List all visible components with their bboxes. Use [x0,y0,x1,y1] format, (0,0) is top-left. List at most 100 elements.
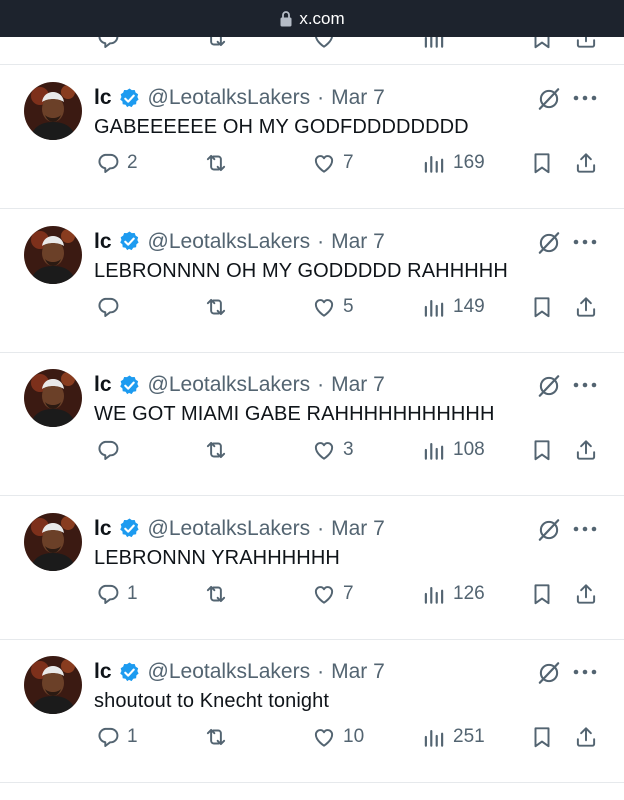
author-handle[interactable]: @LeotalksLakers [148,517,311,541]
tweet-date[interactable]: Mar 7 [331,230,385,254]
retweet-button[interactable] [203,579,229,609]
share-button[interactable] [573,722,599,752]
share-button[interactable] [573,435,599,465]
reply-button[interactable]: 1 [95,722,138,752]
bookmark-button[interactable] [529,148,555,178]
retweet-button[interactable] [203,292,229,322]
views-button[interactable]: 251 [421,722,485,752]
share-button[interactable] [573,292,599,322]
author-handle[interactable]: @LeotalksLakers [148,86,311,110]
reply-count: 1 [127,582,138,604]
like-button[interactable]: 7 [311,579,354,609]
views-icon [421,150,447,176]
separator-dot: · [317,373,325,396]
like-button[interactable]: 5 [311,292,354,322]
avatar[interactable] [24,369,82,427]
tweet-date[interactable]: Mar 7 [331,660,385,684]
grok-icon[interactable] [536,86,562,112]
like-button[interactable]: 10 [311,722,364,752]
retweet-icon [203,150,229,176]
views-button[interactable]: 149 [421,292,485,322]
author-name[interactable]: lc [94,517,112,541]
share-icon [573,724,599,750]
avatar[interactable] [24,656,82,714]
tweet-date[interactable]: Mar 7 [331,373,385,397]
avatar[interactable] [24,226,82,284]
tweet[interactable]: lc @LeotalksLakers · Mar 7 shoutout to Knech… [0,640,624,783]
bookmark-icon [529,150,555,176]
reply-button[interactable]: 1 [95,579,138,609]
retweet-button[interactable] [203,435,229,465]
verified-badge-icon [118,517,141,540]
reply-icon [95,581,121,607]
author-name[interactable]: lc [94,373,112,397]
author-handle[interactable]: @LeotalksLakers [148,660,311,684]
tweet-date[interactable]: Mar 7 [331,86,385,110]
tweet-header: lc @LeotalksLakers · Mar 7 [94,515,385,543]
retweet-button[interactable] [203,148,229,178]
more-icon[interactable] [572,375,598,395]
verified-badge-icon [118,661,141,684]
author-handle[interactable]: @LeotalksLakers [148,373,311,397]
bookmark-button[interactable] [529,292,555,322]
tweet-text: WE GOT MIAMI GABE RAHHHHHHHHHHH [94,403,495,425]
grok-icon[interactable] [536,517,562,543]
separator-dot: · [317,86,325,109]
verified-badge-icon [118,230,141,253]
more-icon[interactable] [572,662,598,682]
tweet[interactable]: lc @LeotalksLakers · Mar 7 LEBRONNNN OH MY G… [0,210,624,353]
share-button[interactable] [573,148,599,178]
author-name[interactable]: lc [94,86,112,110]
like-button[interactable]: 3 [311,435,354,465]
tweet[interactable]: lc @LeotalksLakers · Mar 7 WE GOT MIAMI GABE… [0,353,624,496]
retweet-button[interactable] [203,722,229,752]
share-button[interactable] [573,579,599,609]
author-name[interactable]: lc [94,230,112,254]
lock-icon [280,10,292,26]
views-icon [421,581,447,607]
tweet[interactable]: lc @LeotalksLakers · Mar 7 LEBRONNN YRAHHHHH… [0,497,624,640]
reply-button[interactable] [95,435,127,465]
verified-badge-icon [118,374,141,397]
reply-count: 2 [127,152,138,173]
more-icon[interactable] [572,519,598,539]
more-icon[interactable] [572,88,598,108]
tweet-actions: 5 149 [0,292,624,322]
author-handle[interactable]: @LeotalksLakers [148,230,311,254]
avatar[interactable] [24,513,82,571]
browser-url-bar[interactable]: x.com [0,0,624,37]
previous-tweet-actions-partial [0,37,624,65]
more-icon[interactable] [572,232,598,252]
bookmark-icon [529,724,555,750]
like-icon [311,150,337,176]
like-count: 3 [343,439,354,460]
share-icon [573,150,599,176]
tweet-actions: 1 10 251 [0,722,624,752]
separator-dot: · [317,516,325,540]
tweet[interactable]: lc @LeotalksLakers · Mar 7 GABEEEEEE OH MY G… [0,66,624,209]
like-icon [311,437,337,463]
avatar[interactable] [24,82,82,140]
views-button[interactable]: 169 [421,148,485,178]
tweet-actions: 1 7 126 [0,579,624,609]
reply-button[interactable]: 2 [95,148,138,178]
reply-icon [95,294,121,320]
tweet-header: lc @LeotalksLakers · Mar 7 [94,658,385,686]
reply-button[interactable] [95,292,127,322]
views-count: 126 [453,582,485,604]
grok-icon[interactable] [536,660,562,686]
bookmark-button[interactable] [529,579,555,609]
grok-icon[interactable] [536,373,562,399]
like-icon [311,294,337,320]
like-button[interactable]: 7 [311,148,354,178]
author-name[interactable]: lc [94,660,112,684]
verified-badge-icon [118,87,141,110]
views-count: 169 [453,152,485,173]
bookmark-button[interactable] [529,435,555,465]
views-button[interactable]: 126 [421,579,485,609]
bookmark-button[interactable] [529,722,555,752]
views-button[interactable]: 108 [421,435,485,465]
grok-icon[interactable] [536,230,562,256]
tweet-date[interactable]: Mar 7 [331,517,385,541]
retweet-icon [203,437,229,463]
